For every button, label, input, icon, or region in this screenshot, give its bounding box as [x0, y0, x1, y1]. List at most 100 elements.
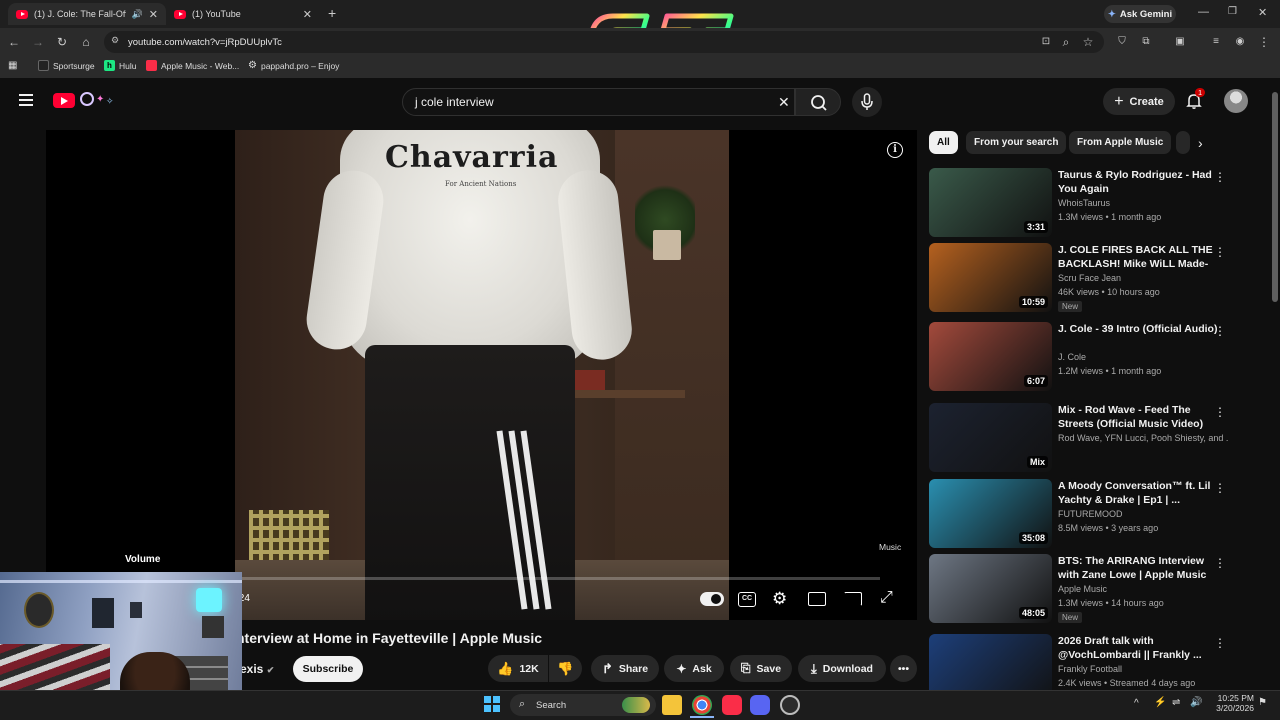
recommendation-title[interactable]: BTS: The ARIRANG Interview with Zane Low… [1058, 554, 1218, 582]
discord-icon[interactable] [750, 695, 770, 715]
info-icon[interactable]: i [887, 142, 903, 158]
media-controls-icon[interactable]: ≡ [1208, 34, 1224, 50]
recommendation-channel[interactable]: Scru Face Jean [1058, 273, 1228, 283]
site-info-icon[interactable]: ⚙ [111, 35, 119, 46]
extensions-puzzle-icon[interactable]: ⧉ [1138, 34, 1154, 50]
zoom-icon[interactable]: ⌕ [1058, 34, 1074, 50]
scrollbar-thumb[interactable] [1272, 92, 1278, 302]
clear-search-icon[interactable]: ✕ [778, 94, 790, 111]
speaker-icon[interactable]: 🔊 [132, 9, 143, 20]
dislike-button[interactable]: 👎 [549, 655, 582, 682]
recommendation-channel[interactable]: Frankly Football [1058, 664, 1228, 674]
minimize-icon[interactable]: — [1198, 6, 1209, 18]
taskbar-search[interactable]: ⌕ Search [510, 694, 656, 716]
windows-start-icon[interactable] [484, 696, 500, 712]
more-options-icon[interactable]: ⋮ [1214, 636, 1226, 650]
save-button[interactable]: ⎘ Save [730, 655, 792, 682]
chip-from-apple-music[interactable]: From Apple Music [1069, 131, 1172, 154]
notification-center-icon[interactable]: ⚑ [1258, 697, 1267, 708]
more-options-icon[interactable]: ⋮ [1214, 556, 1226, 570]
close-window-icon[interactable]: ✕ [1258, 6, 1267, 19]
bookmark-apple-music[interactable]: Apple Music - Web... [146, 60, 239, 71]
ask-button[interactable]: ✦ Ask [664, 655, 724, 682]
video-thumbnail[interactable]: Mix [929, 403, 1052, 472]
volume-icon[interactable]: 🔊 [1190, 697, 1202, 708]
recommendation-channel[interactable]: Rod Wave, YFN Lucci, Pooh Shiesty, and .… [1058, 433, 1228, 443]
recommendation-item[interactable]: 10:59 J. COLE FIRES BACK ALL THE BACKLASH… [929, 243, 1249, 313]
recommendation-title[interactable]: 2026 Draft talk with @VochLombardi || Fr… [1058, 634, 1218, 662]
sidepanel-icon[interactable]: ▣ [1172, 34, 1188, 50]
avatar[interactable] [1224, 89, 1248, 113]
more-options-icon[interactable]: ⋮ [1214, 405, 1226, 419]
recommendation-item[interactable]: 48:05 BTS: The ARIRANG Interview with Zan… [929, 554, 1249, 624]
profile-icon[interactable]: ◉ [1232, 34, 1248, 50]
recommendation-title[interactable]: Mix - Rod Wave - Feed The Streets (Offic… [1058, 403, 1218, 431]
download-button[interactable]: ⤓ Download [798, 655, 886, 682]
recommendation-channel[interactable]: Apple Music [1058, 584, 1228, 594]
close-tab-icon[interactable]: ✕ [303, 8, 312, 21]
close-tab-icon[interactable]: ✕ [149, 8, 158, 21]
tray-usb-icon[interactable]: ⇌ [1172, 697, 1180, 708]
subscribe-button[interactable]: Subscribe [293, 656, 363, 682]
recommendation-channel[interactable]: J. Cole [1058, 352, 1228, 362]
progress-bar[interactable] [236, 577, 880, 580]
extension-shield-icon[interactable]: ⛉ [1114, 34, 1130, 50]
reload-icon[interactable]: ↻ [54, 34, 70, 50]
page-scrollbar[interactable] [1270, 80, 1280, 690]
search-input[interactable]: j cole interview ✕ [402, 88, 795, 116]
settings-gear-icon[interactable]: ⚙ [772, 589, 787, 609]
browser-menu-icon[interactable]: ⋮ [1256, 34, 1272, 50]
like-button[interactable]: 👍 12K [488, 655, 548, 682]
install-app-icon[interactable]: ⊡ [1038, 34, 1054, 50]
bookmark-star-icon[interactable]: ☆ [1080, 34, 1096, 50]
home-icon[interactable]: ⌂ [78, 34, 94, 50]
recommendation-channel[interactable]: FUTUREMOOD [1058, 509, 1228, 519]
share-button[interactable]: ↱ Share [591, 655, 659, 682]
channel-name[interactable]: exis ✔ [240, 662, 274, 676]
more-actions-button[interactable]: ••• [890, 655, 917, 682]
autoplay-toggle[interactable] [700, 592, 724, 606]
bookmark-hulu[interactable]: h Hulu [104, 60, 136, 71]
video-player[interactable]: Chavarria For Ancient Nations i Music :2… [46, 130, 917, 620]
new-tab-button[interactable]: + [328, 5, 336, 21]
video-thumbnail[interactable]: 6:07 [929, 322, 1052, 391]
apps-grid-icon[interactable]: ▦ [8, 60, 17, 71]
chip-all[interactable]: All [929, 131, 958, 154]
tray-app-icon[interactable]: ⚡ [1154, 697, 1166, 708]
theater-mode-icon[interactable] [808, 592, 826, 606]
youtube-logo-icon[interactable] [53, 93, 75, 108]
ask-gemini-button[interactable]: ✦ Ask Gemini [1104, 5, 1176, 23]
captions-icon[interactable]: CC [738, 592, 756, 607]
bookmark-pappahd[interactable]: ⚙ pappahd.pro – Enjoy [248, 60, 339, 71]
recommendation-item[interactable]: 6:07 J. Cole - 39 Intro (Official Audio) J… [929, 322, 1249, 392]
recommendation-title[interactable]: J. Cole - 39 Intro (Official Audio) [1058, 322, 1218, 336]
tab-youtube[interactable]: (1) YouTube ✕ [166, 3, 320, 25]
back-icon[interactable]: ← [6, 34, 22, 50]
fullscreen-icon[interactable]: ⤢ [880, 589, 893, 607]
chip-from-search[interactable]: From your search [966, 131, 1067, 154]
search-button[interactable] [795, 88, 841, 116]
file-explorer-icon[interactable] [662, 695, 682, 715]
more-options-icon[interactable]: ⋮ [1214, 245, 1226, 259]
cast-icon[interactable] [844, 592, 862, 606]
video-thumbnail[interactable]: 35:08 [929, 479, 1052, 548]
recommendation-item[interactable]: 35:08 A Moody Conversation™ ft. Lil Yacht… [929, 479, 1249, 549]
more-options-icon[interactable]: ⋮ [1214, 481, 1226, 495]
hamburger-menu-icon[interactable] [19, 94, 33, 106]
tray-chevron-icon[interactable]: ^ [1134, 698, 1139, 709]
obs-icon[interactable] [780, 695, 800, 715]
itunes-icon[interactable] [722, 695, 742, 715]
video-thumbnail[interactable]: 48:05 [929, 554, 1052, 623]
notifications-button[interactable]: 1 [1185, 88, 1206, 110]
forward-icon[interactable]: → [30, 34, 46, 50]
recommendation-channel[interactable]: WhoisTaurus [1058, 198, 1228, 208]
bookmark-sportsurge[interactable]: Sportsurge [38, 60, 95, 71]
video-thumbnail[interactable]: 10:59 [929, 243, 1052, 312]
create-button[interactable]: + Create [1103, 88, 1175, 115]
clock[interactable]: 10:25 PM 3/20/2026 [1214, 693, 1254, 713]
voice-search-button[interactable] [852, 87, 882, 117]
recommendation-title[interactable]: Taurus & Rylo Rodriguez - Had You Again [1058, 168, 1218, 196]
chip-partial[interactable] [1176, 131, 1190, 154]
more-options-icon[interactable]: ⋮ [1214, 170, 1226, 184]
tab-active[interactable]: (1) J. Cole: The Fall-Off Albu 🔊 ✕ [8, 3, 166, 25]
